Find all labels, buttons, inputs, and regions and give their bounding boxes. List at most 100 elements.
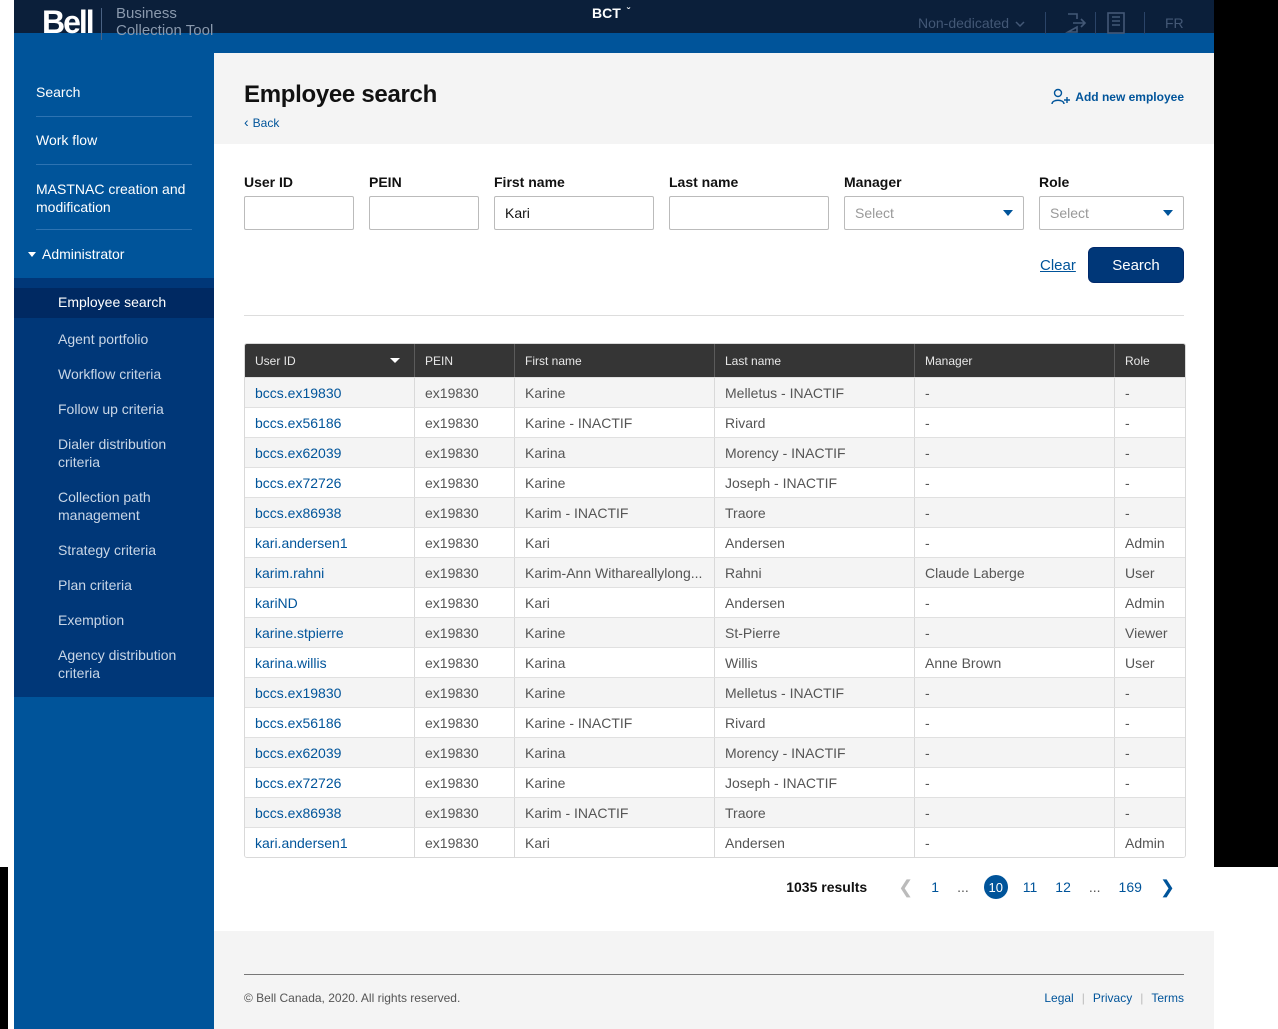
table-cell: Karim - INACTIF <box>515 498 715 527</box>
page-link[interactable]: 11 <box>1023 879 1038 895</box>
table-cell: ex19830 <box>415 408 515 437</box>
table-cell: Karine <box>515 768 715 797</box>
table-cell: - <box>915 768 1115 797</box>
caret-down-icon <box>28 252 36 257</box>
search-button[interactable]: Search <box>1088 247 1184 283</box>
subnav-workflow-criteria[interactable]: Workflow criteria <box>58 365 198 383</box>
user-id-link[interactable]: kariND <box>245 588 415 617</box>
footer-link-privacy[interactable]: Privacy <box>1093 991 1132 1005</box>
page-link-current[interactable]: 10 <box>983 875 1008 899</box>
logout-icon[interactable] <box>1065 11 1087 35</box>
user-id-link[interactable]: bccs.ex56186 <box>245 408 415 437</box>
column-header-user-id[interactable]: User ID <box>245 344 415 377</box>
footer-link-legal[interactable]: Legal <box>1044 991 1073 1005</box>
user-id-link[interactable]: bccs.ex56186 <box>245 708 415 737</box>
table-cell: Melletus - INACTIF <box>715 678 915 707</box>
table-cell: Admin <box>1125 594 1165 611</box>
subnav-collection-path-management[interactable]: Collection path management <box>58 488 198 524</box>
table-header: User ID PEIN First name Last name Manage… <box>245 344 1185 377</box>
column-header-pein[interactable]: PEIN <box>415 344 515 377</box>
manager-select[interactable]: Select <box>844 196 1024 230</box>
user-id-input[interactable] <box>244 196 354 230</box>
subnav-dialer-distribution-criteria[interactable]: Dialer distribution criteria <box>58 435 198 471</box>
mode-label: Non-dedicated <box>918 15 1010 31</box>
table-cell: Karim-Ann Withareallylong... <box>515 558 715 587</box>
pein-input[interactable] <box>369 196 479 230</box>
sidebar-item-workflow[interactable]: Work flow <box>36 132 192 165</box>
role-select[interactable]: Select <box>1039 196 1184 230</box>
user-id-link[interactable]: bccs.ex19830 <box>245 678 415 707</box>
table-cell: ex19830 <box>415 798 515 827</box>
subnav-agency-distribution-criteria[interactable]: Agency distribution criteria <box>58 646 188 682</box>
last-name-input[interactable] <box>669 196 829 230</box>
subnav-agent-portfolio[interactable]: Agent portfolio <box>58 330 198 348</box>
user-id-label: User ID <box>244 174 294 190</box>
page-link[interactable]: 1 <box>931 879 939 895</box>
footer-link-terms[interactable]: Terms <box>1151 991 1184 1005</box>
table-cell: Kari <box>515 588 715 617</box>
chevron-right-icon[interactable]: ❯ <box>1160 877 1175 898</box>
subnav-exemption[interactable]: Exemption <box>58 611 198 629</box>
pagination: 1035 results ❮ 1 ... 10 11 12 ... 169 ❯ <box>786 875 1184 899</box>
app-window: Bell Business Collection Tool BCT ˇ Non-d… <box>14 0 1214 1029</box>
column-header-last-name[interactable]: Last name <box>715 344 915 377</box>
user-id-link[interactable]: bccs.ex86938 <box>245 798 415 827</box>
user-id-link[interactable]: karine.stpierre <box>245 618 415 647</box>
table-cell: Karina <box>515 738 715 767</box>
section-divider <box>244 315 1184 316</box>
sidebar-item-administrator[interactable]: Administrator <box>28 246 124 262</box>
column-header-first-name[interactable]: First name <box>515 344 715 377</box>
sidebar-item-search[interactable]: Search <box>36 84 192 117</box>
brand-switcher[interactable]: BCT ˇ <box>592 5 630 21</box>
bell-logo[interactable]: Bell <box>42 4 95 40</box>
app-name-line1: Business <box>116 5 177 22</box>
chevron-left-icon[interactable]: ❮ <box>898 877 913 898</box>
clear-button[interactable]: Clear <box>1040 257 1076 274</box>
user-id-link[interactable]: karina.willis <box>245 648 415 677</box>
notebook-icon[interactable] <box>1105 11 1127 35</box>
table-cell: - <box>1125 474 1130 491</box>
table-cell: Joseph - INACTIF <box>715 468 915 497</box>
footer-divider <box>244 974 1184 975</box>
table-cell: - <box>915 618 1115 647</box>
language-toggle[interactable]: FR <box>1165 15 1184 31</box>
backdrop-left <box>0 867 8 1029</box>
back-link[interactable]: ‹ Back <box>244 114 279 130</box>
table-cell: - <box>1125 774 1130 791</box>
mode-dropdown[interactable]: Non-dedicated <box>918 15 1025 31</box>
table-cell: Karine <box>515 468 715 497</box>
table-row: kari.andersen1 ex19830 Kari Andersen - Admin <box>245 827 1185 857</box>
subnav-follow-up-criteria[interactable]: Follow up criteria <box>58 400 198 418</box>
subnav-employee-search[interactable]: Employee search <box>14 288 214 318</box>
user-id-link[interactable]: bccs.ex62039 <box>245 438 415 467</box>
user-id-link[interactable]: kari.andersen1 <box>245 528 415 557</box>
results-count: 1035 results <box>786 879 868 895</box>
column-header-role[interactable]: Role <box>1115 344 1185 377</box>
user-id-link[interactable]: bccs.ex86938 <box>245 498 415 527</box>
user-id-link[interactable]: karim.rahni <box>245 558 415 587</box>
user-id-link[interactable]: kari.andersen1 <box>245 828 415 857</box>
table-cell: Kari <box>515 528 715 557</box>
user-id-link[interactable]: bccs.ex72726 <box>245 468 415 497</box>
column-header-manager[interactable]: Manager <box>915 344 1115 377</box>
table-cell: ex19830 <box>415 468 515 497</box>
top-bar: Bell Business Collection Tool BCT ˇ Non-d… <box>14 0 1214 53</box>
table-row: bccs.ex19830 ex19830 Karine Melletus - INAC… <box>245 677 1185 707</box>
page-link[interactable]: 12 <box>1055 879 1071 895</box>
role-label: Role <box>1039 174 1070 190</box>
user-id-link[interactable]: bccs.ex19830 <box>245 378 415 407</box>
user-id-link[interactable]: bccs.ex62039 <box>245 738 415 767</box>
user-id-link[interactable]: bccs.ex72726 <box>245 768 415 797</box>
subnav-strategy-criteria[interactable]: Strategy criteria <box>58 541 198 559</box>
page-ellipsis: ... <box>1088 879 1101 895</box>
sidebar-item-mastnac[interactable]: MASTNAC creation and modification <box>36 180 192 230</box>
subnav-plan-criteria[interactable]: Plan criteria <box>58 576 198 594</box>
copyright: © Bell Canada, 2020. All rights reserved… <box>244 991 461 1005</box>
first-name-input[interactable]: Kari <box>494 196 654 230</box>
table-cell: - <box>915 438 1115 467</box>
table-cell: Karina <box>515 438 715 467</box>
add-employee-button[interactable]: Add new employee <box>1051 88 1184 106</box>
header-separator <box>1045 12 1046 34</box>
page-link[interactable]: 169 <box>1119 879 1142 895</box>
table-cell: - <box>915 408 1115 437</box>
